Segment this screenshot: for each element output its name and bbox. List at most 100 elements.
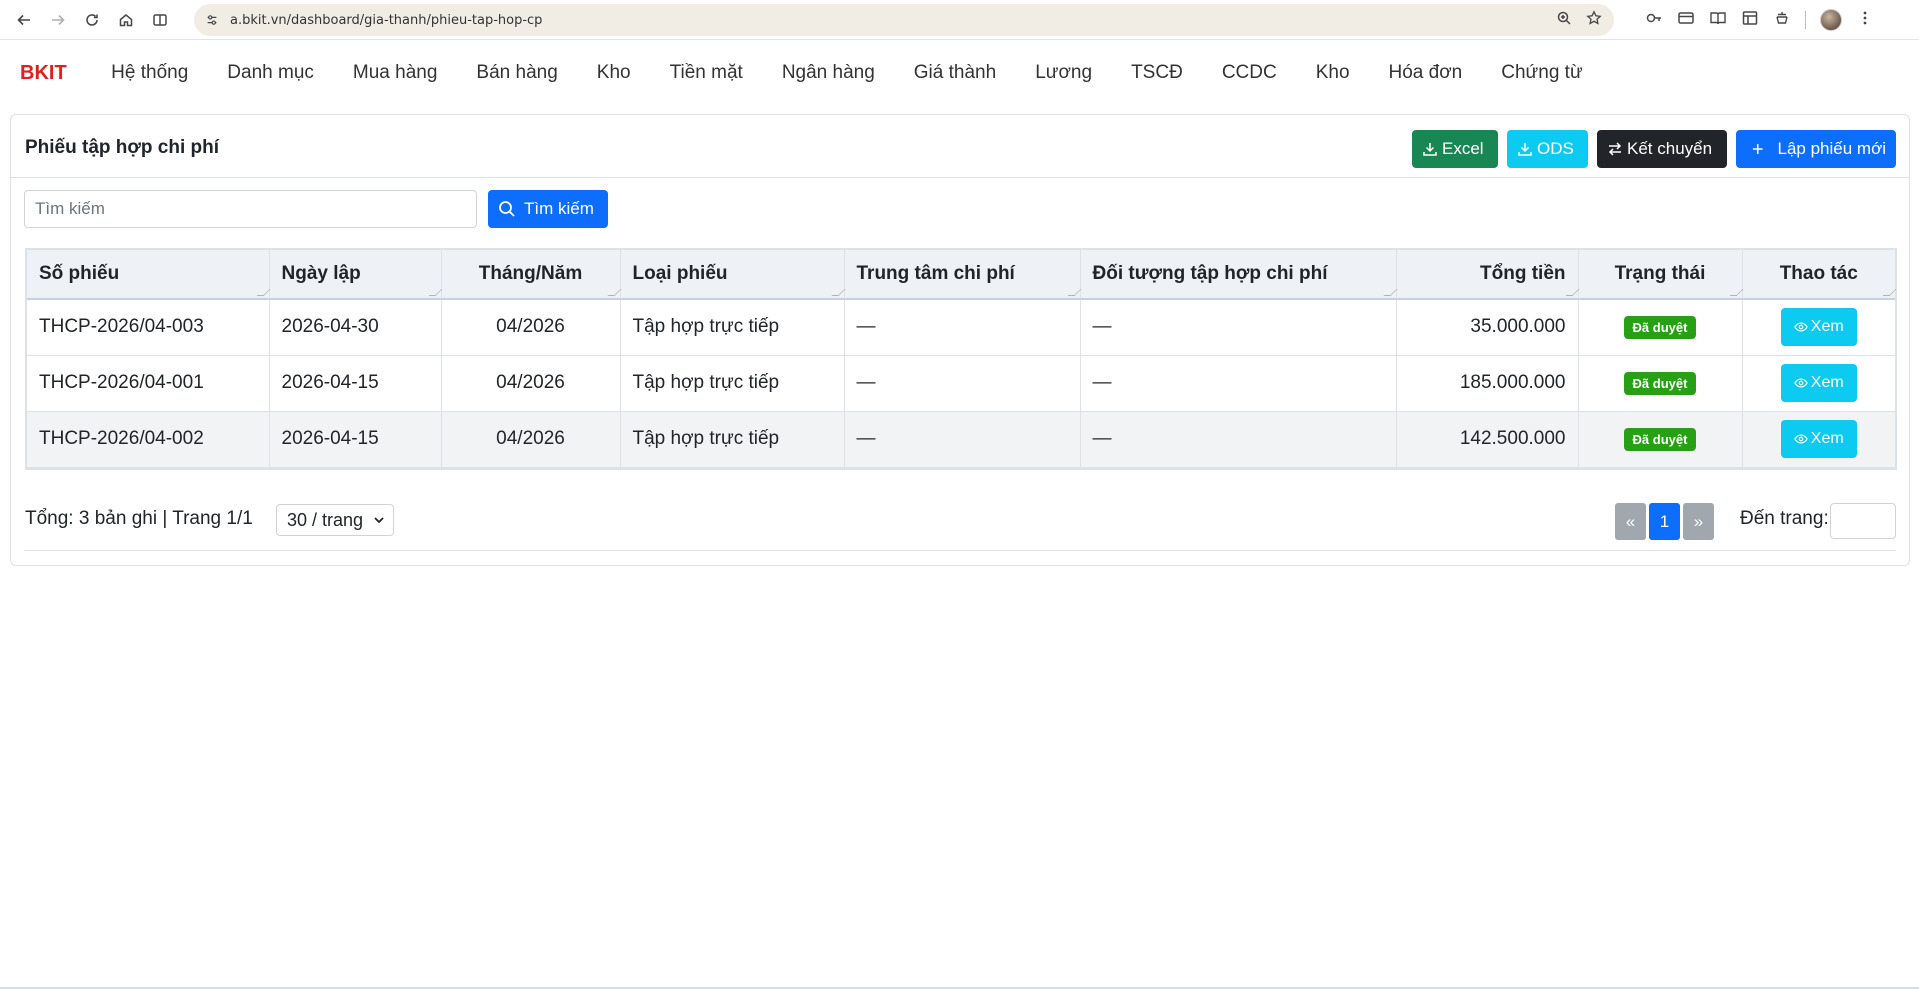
search-row: Tìm kiếm Tìm kiếm — [24, 190, 608, 228]
prev-page-button[interactable]: « — [1615, 503, 1646, 540]
home-icon[interactable] — [112, 6, 140, 34]
goto-page-input[interactable] — [1830, 503, 1896, 539]
menu-item-danh-muc[interactable]: Danh mục — [208, 62, 334, 84]
cell-loai-phieu: Tập hợp trực tiếp — [620, 411, 845, 468]
lap-phieu-moi-label: Lập phiếu mới — [1777, 139, 1887, 158]
cell-loai-phieu: Tập hợp trực tiếp — [620, 355, 845, 412]
menu-item-ban-hang[interactable]: Bán hàng — [457, 62, 577, 84]
menu-item-tien-mat[interactable]: Tiền mặt — [650, 62, 762, 84]
table-row[interactable]: THCP-2026/04-003 2026-04-30 04/2026 Tập … — [27, 299, 1895, 356]
cell-ngay-lap: 2026-04-30 — [269, 299, 442, 356]
plus-icon — [1752, 144, 1763, 154]
search-button[interactable]: Tìm kiếm — [488, 190, 608, 228]
col-header-thao-tac[interactable]: Thao tác — [1742, 250, 1897, 300]
main-menu: Hệ thống Danh mục Mua hàng Bán hàng Kho … — [92, 62, 1603, 84]
more-menu-icon[interactable] — [1856, 9, 1874, 32]
action-buttons: Excel ODS Kết chuyển Lập phiếu mới — [1412, 130, 1896, 168]
card-header: Phiếu tập hợp chi phí Excel ODS Kết chuy… — [11, 115, 1909, 178]
cell-trung-tam: — — [844, 299, 1081, 356]
cell-ngay-lap: 2026-04-15 — [269, 355, 442, 412]
cell-ngay-lap: 2026-04-15 — [269, 411, 442, 468]
profile-avatar[interactable] — [1820, 9, 1842, 31]
export-excel-button[interactable]: Excel — [1412, 130, 1498, 168]
bookmark-star-icon[interactable] — [1586, 9, 1602, 31]
menu-item-luong[interactable]: Lương — [1016, 62, 1112, 84]
view-button-label: Xem — [1810, 318, 1844, 336]
forward-icon[interactable] — [44, 6, 72, 34]
cell-trang-thai: Đã duyệt — [1578, 411, 1743, 468]
cell-loai-phieu: Tập hợp trực tiếp — [620, 299, 845, 356]
ket-chuyen-button[interactable]: Kết chuyển — [1597, 130, 1727, 168]
view-button[interactable]: Xem — [1780, 364, 1857, 402]
reload-icon[interactable] — [78, 6, 106, 34]
menu-item-he-thong[interactable]: Hệ thống — [92, 62, 208, 84]
status-badge: Đã duyệt — [1623, 315, 1697, 339]
cell-trung-tam: — — [844, 355, 1081, 412]
password-key-icon[interactable] — [1645, 9, 1663, 32]
cell-thang-nam: 04/2026 — [441, 299, 621, 356]
eye-icon — [1794, 378, 1808, 388]
menu-item-gia-thanh[interactable]: Giá thành — [894, 62, 1015, 84]
col-header-trung-tam[interactable]: Trung tâm chi phí — [844, 250, 1081, 300]
pager: « 1 » — [1615, 503, 1714, 540]
cell-tong-tien: 35.000.000 — [1396, 299, 1579, 356]
status-badge: Đã duyệt — [1623, 427, 1697, 451]
search-icon — [499, 201, 515, 217]
site-info-icon[interactable] — [204, 12, 220, 28]
cell-tong-tien: 185.000.000 — [1396, 355, 1579, 412]
cell-thang-nam: 04/2026 — [441, 411, 621, 468]
back-icon[interactable] — [10, 6, 38, 34]
export-ods-label: ODS — [1537, 139, 1574, 158]
col-header-loai-phieu[interactable]: Loại phiếu — [620, 250, 845, 300]
table-row[interactable]: THCP-2026/04-002 2026-04-15 04/2026 Tập … — [27, 411, 1895, 468]
col-header-trang-thai[interactable]: Trạng thái — [1578, 250, 1743, 300]
split-view-icon[interactable] — [146, 6, 174, 34]
reading-mode-icon[interactable] — [1709, 9, 1727, 32]
status-badge: Đã duyệt — [1623, 371, 1697, 395]
url-text[interactable]: a.bkit.vn/dashboard/gia-thanh/phieu-tap-… — [230, 13, 542, 28]
cell-tong-tien: 142.500.000 — [1396, 411, 1579, 468]
goto-page-label: Đến trang: — [1740, 508, 1829, 529]
download-icon — [1423, 143, 1437, 156]
cell-so-phieu: THCP-2026/04-001 — [27, 355, 270, 412]
cell-thao-tac: Xem — [1742, 411, 1895, 468]
menu-item-ccdc[interactable]: CCDC — [1202, 62, 1296, 84]
menu-item-mua-hang[interactable]: Mua hàng — [333, 62, 457, 84]
ket-chuyen-label: Kết chuyển — [1627, 139, 1713, 158]
page-title: Phiếu tập hợp chi phí — [25, 137, 220, 158]
brand-logo[interactable]: BKIT — [20, 62, 67, 85]
export-excel-label: Excel — [1442, 139, 1484, 158]
col-header-ngay-lap[interactable]: Ngày lập — [269, 250, 442, 300]
menu-item-kho-2[interactable]: Kho — [1296, 62, 1369, 84]
view-button[interactable]: Xem — [1780, 420, 1857, 458]
lap-phieu-moi-button[interactable]: Lập phiếu mới — [1736, 130, 1896, 168]
menu-item-hoa-don[interactable]: Hóa đơn — [1369, 62, 1482, 84]
col-header-thang-nam[interactable]: Tháng/Năm — [441, 250, 621, 300]
menu-item-chung-tu[interactable]: Chứng từ — [1482, 62, 1602, 84]
col-header-tong-tien[interactable]: Tổng tiền — [1396, 250, 1579, 300]
content-card: Phiếu tập hợp chi phí Excel ODS Kết chuy… — [10, 114, 1910, 566]
payment-card-icon[interactable] — [1677, 9, 1695, 32]
cell-so-phieu: THCP-2026/04-002 — [27, 411, 270, 468]
next-page-button[interactable]: » — [1683, 503, 1714, 540]
search-input[interactable]: Tìm kiếm — [24, 190, 477, 228]
export-ods-button[interactable]: ODS — [1507, 130, 1588, 168]
tab-layout-icon[interactable] — [1741, 9, 1759, 32]
view-button-label: Xem — [1810, 430, 1844, 447]
view-button[interactable]: Xem — [1780, 308, 1857, 347]
eye-icon — [1794, 434, 1808, 444]
col-header-doi-tuong[interactable]: Đối tượng tập hợp chi phí — [1080, 250, 1397, 300]
cell-thang-nam: 04/2026 — [441, 355, 621, 412]
menu-item-kho[interactable]: Kho — [577, 62, 650, 84]
card-inner-divider — [24, 550, 1896, 551]
menu-item-ngan-hang[interactable]: Ngân hàng — [762, 62, 894, 84]
menu-item-tscd[interactable]: TSCĐ — [1112, 62, 1203, 84]
col-header-so-phieu[interactable]: Số phiếu — [27, 250, 270, 300]
table-row[interactable]: THCP-2026/04-001 2026-04-15 04/2026 Tập … — [27, 355, 1895, 412]
per-page-select[interactable]: 30 / trang — [276, 504, 394, 536]
page-button-current[interactable]: 1 — [1649, 503, 1680, 540]
cell-doi-tuong: — — [1080, 299, 1397, 356]
address-bar[interactable]: a.bkit.vn/dashboard/gia-thanh/phieu-tap-… — [194, 4, 1614, 36]
extension-icon[interactable] — [1773, 9, 1791, 32]
zoom-icon[interactable] — [1556, 10, 1572, 31]
